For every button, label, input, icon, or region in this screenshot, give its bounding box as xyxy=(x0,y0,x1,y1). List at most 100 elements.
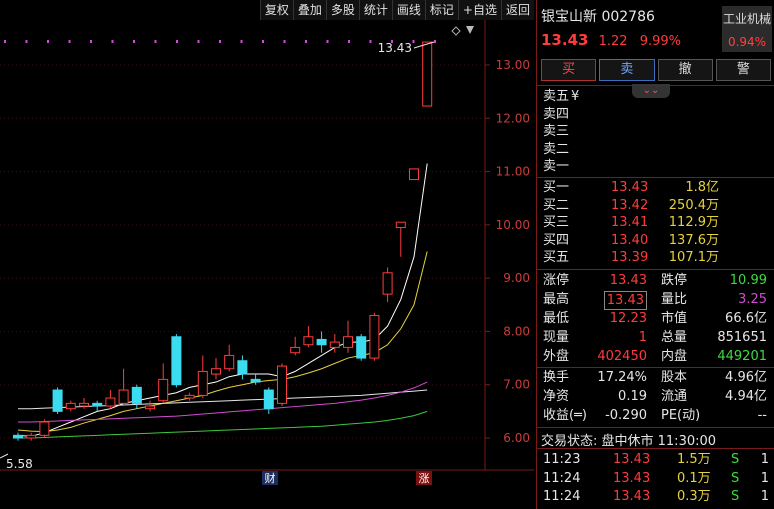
trading-status: 交易状态: 盘中休市 11:30:00 xyxy=(541,434,717,449)
fund-value: 0.19 xyxy=(618,389,647,404)
order-volume: 250.4万 xyxy=(668,197,719,213)
candle-down xyxy=(171,336,182,386)
stock-name-code: 银宝山新 002786 xyxy=(541,9,655,25)
candle-down xyxy=(316,338,327,346)
stat-value: 449201 xyxy=(717,349,767,364)
stat-value: 66.6亿 xyxy=(725,311,767,326)
tick-count: 1 xyxy=(760,470,769,486)
tick-count: 1 xyxy=(760,452,769,467)
fund-label: 股本 xyxy=(661,370,688,385)
order-volume: 137.6万 xyxy=(668,232,719,248)
tick-price: 13.43 xyxy=(613,452,651,467)
stat-label: 内盘 xyxy=(661,349,688,364)
candle-up xyxy=(211,368,221,375)
stats-row: 现量 1 总量 851651 xyxy=(537,329,774,346)
candle-up xyxy=(197,370,208,396)
stat-label: 跌停 xyxy=(661,273,688,288)
top-marker-dot xyxy=(90,40,92,43)
y-tick-label: 13.00 xyxy=(496,58,530,72)
candle-up xyxy=(26,434,37,439)
candle-up xyxy=(79,402,89,407)
top-marker-dot xyxy=(283,40,286,43)
top-marker-dot xyxy=(176,40,178,43)
tick-time: 11:23 xyxy=(543,452,581,467)
candle-up xyxy=(369,314,380,359)
order-level-label: 卖四 xyxy=(543,106,570,122)
stat-value: 1 xyxy=(638,330,647,345)
financial-report-marker: 财 xyxy=(265,471,276,485)
y-tick-label: 6.00 xyxy=(503,431,530,445)
triangle-down-icon xyxy=(466,26,474,34)
tick-row[interactable]: 11:24 13.43 0.1万 S 1 xyxy=(537,470,774,487)
industry-button[interactable]: 工业机械 0.94% xyxy=(722,6,772,52)
tick-time: 11:24 xyxy=(543,489,581,504)
fund-value: 17.24% xyxy=(597,370,647,385)
alert-button[interactable]: 警 xyxy=(715,59,771,81)
top-marker-dot xyxy=(412,40,415,43)
quote-panel: 银宝山新 002786 工业机械 0.94% 13.43 1.22 9.99% … xyxy=(536,0,774,509)
price-change: 1.22 xyxy=(598,34,628,49)
buy-level-row: 买五 13.39 107.1万 xyxy=(537,249,774,266)
stat-label: 外盘 xyxy=(543,349,570,364)
tick-row[interactable]: 11:23 13.43 1.5万 S 1 xyxy=(537,451,774,468)
buy-level-row: 买四 13.40 137.6万 xyxy=(537,232,774,249)
order-price: 13.40 xyxy=(611,232,649,248)
buy-level-row: 买一 13.43 1.8亿 xyxy=(537,179,774,196)
sell-button[interactable]: 卖 xyxy=(599,59,655,81)
order-level-label: 买二 xyxy=(543,197,570,213)
candle-up xyxy=(39,421,50,436)
order-price: 13.42 xyxy=(611,197,649,213)
y-tick-label: 7.00 xyxy=(503,378,530,392)
divider xyxy=(537,177,774,178)
y-tick-label: 11.00 xyxy=(496,165,530,179)
candle-up xyxy=(277,365,287,404)
tick-volume: 0.1万 xyxy=(677,470,711,486)
stats-row: 最高 13.43 量比 3.25 xyxy=(537,291,774,310)
top-marker-dot xyxy=(197,40,200,43)
order-level-label: 买一 xyxy=(543,180,570,195)
buy-button[interactable]: 买 xyxy=(541,59,597,81)
candle-up xyxy=(422,41,433,107)
candle-up xyxy=(118,389,129,404)
order-level-label: 卖二 xyxy=(543,141,570,157)
top-marker-dot xyxy=(305,40,307,43)
order-volume: 1.8亿 xyxy=(685,180,719,195)
kline-chart-area[interactable]: 复权 叠加 多股 统计 画线 标记 +自选 返回 13.00 12.00 11.00… xyxy=(0,0,534,509)
top-marker-dot xyxy=(219,40,221,43)
top-marker-dot xyxy=(326,40,329,43)
order-level-label: 买四 xyxy=(543,232,570,248)
stat-label: 涨停 xyxy=(543,273,570,288)
fundamentals-row: 换手 17.24% 股本 4.96亿 xyxy=(537,369,774,386)
tick-row[interactable]: 11:24 13.43 0.3万 S 1 xyxy=(537,488,774,505)
stat-label: 市值 xyxy=(661,311,688,326)
tick-price: 13.43 xyxy=(613,489,651,504)
fundamentals-row: 收益(═) -0.290 PE(动) -- xyxy=(537,407,774,424)
top-marker-dot xyxy=(47,40,49,43)
divider xyxy=(537,269,774,270)
stat-value: 851651 xyxy=(717,330,767,345)
candle-down xyxy=(250,378,261,383)
top-marker-dot xyxy=(111,40,114,43)
tick-side: S xyxy=(731,452,740,467)
buy-level-row: 买二 13.42 250.4万 xyxy=(537,197,774,214)
order-price: 13.39 xyxy=(611,250,649,266)
top-marker-dot xyxy=(25,40,28,43)
candle-up xyxy=(303,336,314,346)
candle-down xyxy=(237,360,248,375)
candle-up xyxy=(290,346,301,354)
sell-level-row: 卖二 xyxy=(537,141,774,158)
stats-row: 外盘 402450 内盘 449201 xyxy=(537,348,774,365)
fund-value: 4.96亿 xyxy=(725,370,767,385)
candle-up xyxy=(65,402,76,410)
stat-label: 最低 xyxy=(543,311,570,326)
divider xyxy=(537,448,774,449)
candle-down xyxy=(92,402,103,407)
order-price: ¥ xyxy=(571,89,580,104)
y-tick-label: 8.00 xyxy=(503,324,530,338)
stat-value: 13.43 xyxy=(603,291,647,310)
candle-up xyxy=(409,168,419,181)
stat-value: 12.23 xyxy=(609,311,647,326)
tick-volume: 1.5万 xyxy=(677,452,711,467)
cancel-order-button[interactable]: 撤 xyxy=(657,59,713,81)
order-level-label: 卖一 xyxy=(543,159,570,175)
